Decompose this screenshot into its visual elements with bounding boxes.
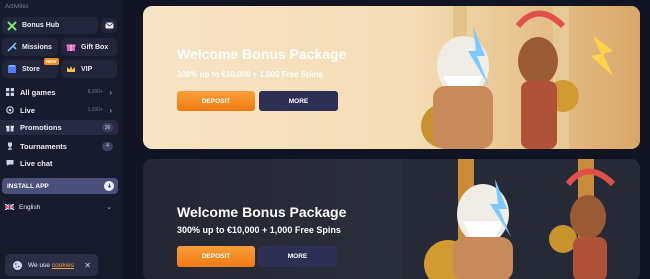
trophy-icon — [5, 142, 15, 150]
store-label: Store — [22, 65, 40, 73]
zeus-artwork — [403, 159, 640, 279]
store-icon — [6, 63, 18, 75]
cookies-link[interactable]: cookies — [52, 262, 74, 269]
mail-button[interactable] — [101, 18, 117, 33]
new-badge: NEW — [44, 58, 59, 65]
banner-title: Welcome Bonus Package — [177, 46, 347, 62]
missions-icon — [6, 41, 18, 53]
more-button[interactable]: MORE — [259, 91, 338, 111]
close-icon[interactable]: ✕ — [84, 261, 91, 270]
store-button[interactable]: Store NEW — [2, 58, 59, 78]
bonus-hub-icon — [6, 20, 18, 32]
sidebar-item-label: Live — [20, 105, 36, 115]
gift-box-icon — [65, 41, 77, 53]
sidebar-item-promotions[interactable]: Promotions 36 — [0, 120, 118, 135]
bonus-hub-button[interactable]: Bonus Hub — [2, 17, 98, 34]
sidebar-item-label: Tournaments — [20, 141, 67, 151]
sidebar-item-label: All games — [20, 87, 56, 97]
sidebar-item-tournaments[interactable]: Tournaments 4 — [0, 138, 118, 154]
crown-icon — [65, 63, 77, 75]
cookie-text: We use cookies — [28, 262, 74, 269]
chat-icon — [5, 159, 15, 167]
language-label: English — [19, 203, 41, 211]
banner-title: Welcome Bonus Package — [177, 204, 347, 220]
vip-button[interactable]: VIP — [61, 60, 117, 78]
banner-subtitle: 300% up to €10,000 + 1,000 Free Spins — [177, 70, 323, 79]
cookie-notice: We use cookies ✕ — [5, 254, 98, 276]
deposit-button[interactable]: DEPOSIT — [177, 91, 255, 111]
sidebar-item-live[interactable]: Live 1,200+ › — [0, 102, 118, 118]
activities-label: Activities — [5, 4, 29, 10]
deposit-button[interactable]: DEPOSIT — [177, 246, 255, 267]
cookie-text-label: We use — [28, 261, 50, 269]
live-icon — [5, 106, 15, 114]
sidebar-item-all-games[interactable]: All games 8,200+ › — [0, 84, 118, 100]
banner-subtitle: 300% up to €10,000 + 1,000 Free Spins — [177, 225, 341, 235]
install-app-label: INSTALL APP — [7, 182, 49, 190]
promo-banner-2[interactable]: Welcome Bonus Package 300% up to €10,000… — [143, 159, 640, 279]
sidebar-item-count: 8,200+ — [87, 89, 103, 95]
language-selector[interactable]: English ⌄ — [0, 201, 118, 213]
bonus-hub-label: Bonus Hub — [22, 22, 60, 29]
sidebar-item-count: 1,200+ — [87, 107, 103, 113]
tournaments-count-badge: 4 — [102, 141, 113, 151]
sidebar-item-label: Live chat — [20, 158, 53, 168]
install-app-button[interactable]: INSTALL APP — [2, 178, 118, 194]
sidebar: Activities Bonus Hub Missions Gift Box S… — [0, 0, 123, 279]
mail-icon — [104, 22, 114, 29]
cookie-icon — [11, 259, 23, 271]
vip-label: VIP — [81, 65, 93, 73]
zeus-artwork — [413, 6, 640, 149]
more-button[interactable]: MORE — [258, 246, 337, 267]
uk-flag-icon — [5, 204, 14, 210]
promo-banner-1[interactable]: Welcome Bonus Package 300% up to €10,000… — [143, 6, 640, 149]
sidebar-item-live-chat[interactable]: Live chat — [0, 155, 118, 171]
missions-button[interactable]: Missions — [2, 38, 58, 56]
dice-icon — [5, 88, 15, 96]
sidebar-item-label: Promotions — [20, 123, 62, 132]
gift-icon — [5, 124, 15, 132]
promotions-count-badge: 36 — [102, 123, 113, 132]
chevron-right-icon: › — [109, 105, 112, 115]
chevron-down-icon: ⌄ — [106, 204, 112, 211]
gift-box-button[interactable]: Gift Box — [61, 38, 117, 56]
download-cloud-icon — [104, 181, 114, 191]
chevron-right-icon: › — [109, 87, 112, 97]
gift-box-label: Gift Box — [81, 43, 109, 51]
missions-label: Missions — [22, 43, 52, 51]
